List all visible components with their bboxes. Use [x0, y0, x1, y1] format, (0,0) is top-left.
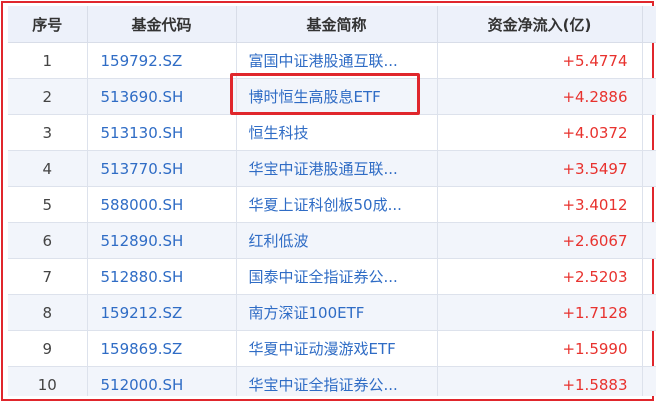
table-row[interactable]: 8 159212.SZ 南方深证100ETF +1.7128 [8, 294, 656, 331]
fund-code-link[interactable]: 588000.SH [87, 186, 237, 223]
net-inflow-value: +4.2886 [437, 78, 643, 115]
row-index: 4 [8, 150, 88, 187]
overflow-cell [642, 222, 656, 259]
table-row[interactable]: 5 588000.SH 华夏上证科创板50成... +3.4012 [8, 186, 656, 223]
row-index: 10 [8, 366, 88, 396]
net-inflow-value: +4.0372 [437, 114, 643, 151]
column-header-net-inflow[interactable]: 资金净流入(亿) [437, 6, 643, 43]
table-row[interactable]: 7 512880.SH 国泰中证全指证券公... +2.5203 [8, 258, 656, 295]
column-header-overflow [642, 6, 656, 43]
net-inflow-value: +3.5497 [437, 150, 643, 187]
table-row[interactable]: 3 513130.SH 恒生科技 +4.0372 [8, 114, 656, 151]
row-index: 7 [8, 258, 88, 295]
net-inflow-value: +1.5990 [437, 330, 643, 367]
net-inflow-value: +2.6067 [437, 222, 643, 259]
fund-name-link[interactable]: 华宝中证全指证券公... [236, 366, 438, 396]
fund-code-link[interactable]: 513770.SH [87, 150, 237, 187]
fund-name-link[interactable]: 国泰中证全指证券公... [236, 258, 438, 295]
row-index: 8 [8, 294, 88, 331]
net-inflow-value: +1.7128 [437, 294, 643, 331]
overflow-cell [642, 366, 656, 396]
fund-flow-table: 序号 基金代码 基金简称 资金净流入(亿) 1 159792.SZ 富国中证港股… [8, 6, 656, 396]
row-index: 6 [8, 222, 88, 259]
fund-name-link[interactable]: 华夏上证科创板50成... [236, 186, 438, 223]
fund-name-link[interactable]: 南方深证100ETF [236, 294, 438, 331]
net-inflow-value: +1.5883 [437, 366, 643, 396]
column-header-fund-name[interactable]: 基金简称 [236, 6, 438, 43]
fund-code-link[interactable]: 513690.SH [87, 78, 237, 115]
fund-name-link[interactable]: 博时恒生高股息ETF [229, 73, 438, 115]
overflow-cell [642, 330, 656, 367]
table-row[interactable]: 9 159869.SZ 华夏中证动漫游戏ETF +1.5990 [8, 330, 656, 367]
fund-name-link[interactable]: 红利低波 [236, 222, 438, 259]
overflow-cell [642, 78, 656, 115]
overflow-cell [642, 258, 656, 295]
fund-code-link[interactable]: 512890.SH [87, 222, 237, 259]
row-index: 1 [8, 42, 88, 79]
row-index: 2 [8, 78, 88, 115]
table-row[interactable]: 10 512000.SH 华宝中证全指证券公... +1.5883 [8, 366, 656, 396]
column-header-index[interactable]: 序号 [8, 6, 88, 43]
row-index: 9 [8, 330, 88, 367]
fund-code-link[interactable]: 159792.SZ [87, 42, 237, 79]
fund-code-link[interactable]: 159212.SZ [87, 294, 237, 331]
highlight-box [229, 73, 420, 115]
net-inflow-value: +2.5203 [437, 258, 643, 295]
table-row[interactable]: 4 513770.SH 华宝中证港股通互联... +3.5497 [8, 150, 656, 187]
fund-code-link[interactable]: 512880.SH [87, 258, 237, 295]
table-row[interactable]: 2 513690.SH 博时恒生高股息ETF +4.2886 [8, 73, 656, 115]
row-index: 3 [8, 114, 88, 151]
row-index: 5 [8, 186, 88, 223]
net-inflow-value: +3.4012 [437, 186, 643, 223]
column-header-fund-code[interactable]: 基金代码 [87, 6, 237, 43]
overflow-cell [642, 150, 656, 187]
fund-code-link[interactable]: 159869.SZ [87, 330, 237, 367]
table-row[interactable]: 6 512890.SH 红利低波 +2.6067 [8, 222, 656, 259]
fund-table-container: 序号 基金代码 基金简称 资金净流入(亿) 1 159792.SZ 富国中证港股… [8, 6, 656, 396]
fund-name-link[interactable]: 华宝中证港股通互联... [236, 150, 438, 187]
fund-code-link[interactable]: 512000.SH [87, 366, 237, 396]
overflow-cell [642, 294, 656, 331]
fund-name-link[interactable]: 华夏中证动漫游戏ETF [236, 330, 438, 367]
overflow-cell [642, 186, 656, 223]
fund-name-link[interactable]: 恒生科技 [236, 114, 438, 151]
table-header-row: 序号 基金代码 基金简称 资金净流入(亿) [8, 6, 656, 43]
fund-code-link[interactable]: 513130.SH [87, 114, 237, 151]
net-inflow-value: +5.4774 [437, 42, 643, 79]
overflow-cell [642, 114, 656, 151]
overflow-cell [642, 42, 656, 79]
